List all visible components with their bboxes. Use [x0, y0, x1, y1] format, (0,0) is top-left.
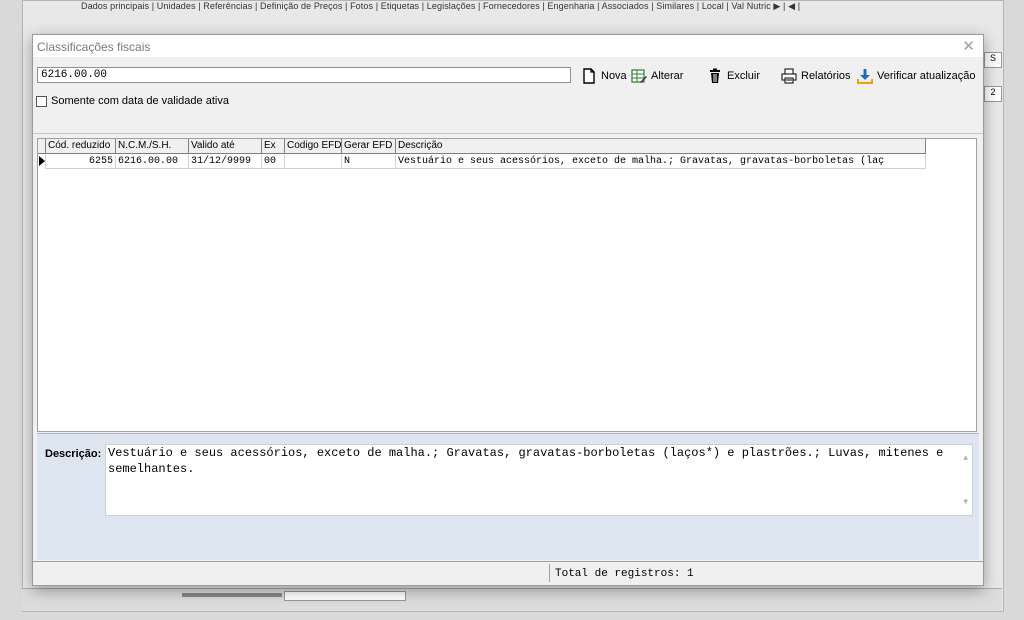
- divider: [33, 133, 983, 134]
- cell-descricao[interactable]: Vestuário e seus acessórios, exceto de m…: [396, 155, 926, 169]
- cell-codigo-efd[interactable]: [285, 155, 342, 169]
- table-row[interactable]: 6255 6216.00.00 31/12/9999 00 N Vestuári…: [38, 155, 926, 169]
- trash-icon: [710, 68, 720, 83]
- dialog-title: Classificações fiscais: [37, 40, 151, 54]
- background-field-s: S: [984, 52, 1002, 68]
- background-bar: [182, 593, 282, 597]
- cell-ncm[interactable]: 6216.00.00: [116, 155, 189, 169]
- total-records-text: Total de registros: 1: [555, 568, 694, 580]
- active-validity-label: Somente com data de validade ativa: [51, 95, 229, 107]
- column-header-gerar-efd[interactable]: Gerar EFD: [342, 139, 396, 153]
- background-bottom-strip: [22, 588, 1002, 611]
- delete-button[interactable]: Excluir: [707, 67, 760, 85]
- title-bar: Classificações fiscais ✕: [33, 35, 983, 57]
- background-field: [284, 591, 406, 601]
- grid-header: Cód. reduzido N.C.M./S.H. Valido até Ex …: [38, 139, 926, 154]
- active-validity-filter[interactable]: Somente com data de validade ativa: [36, 95, 229, 107]
- row-indicator-cell: [38, 155, 46, 169]
- new-button-label: Nova: [601, 70, 627, 82]
- column-header-cod-reduzido[interactable]: Cód. reduzido: [46, 139, 116, 153]
- cell-ex[interactable]: 00: [262, 155, 285, 169]
- delete-button-label: Excluir: [727, 70, 761, 82]
- download-icon: [857, 69, 873, 84]
- edit-sheet-icon: [631, 69, 647, 83]
- background-tab-strip: Dados principais | Unidades | Referência…: [81, 1, 801, 11]
- fiscal-classifications-dialog: Classificações fiscais ✕ 6216.00.00 Nova…: [32, 34, 984, 586]
- column-header-descricao[interactable]: Descrição: [396, 139, 926, 153]
- column-header-codigo-efd[interactable]: Codigo EFD: [285, 139, 342, 153]
- new-button[interactable]: Nova: [581, 67, 627, 85]
- scroll-down-icon[interactable]: ▼: [963, 495, 968, 511]
- description-textarea[interactable]: Vestuário e seus acessórios, exceto de m…: [105, 444, 973, 516]
- printer-icon: [781, 68, 797, 84]
- close-icon[interactable]: ✕: [962, 37, 975, 55]
- check-updates-label: Verificar atualização: [877, 70, 976, 82]
- reports-button[interactable]: Relatórios: [781, 67, 851, 85]
- edit-button-label: Alterar: [651, 70, 684, 82]
- reports-button-label: Relatórios: [801, 70, 851, 82]
- check-updates-button[interactable]: Verificar atualização: [857, 67, 975, 85]
- grid-header-indicator: [38, 139, 46, 153]
- description-panel: Descrição: Vestuário e seus acessórios, …: [37, 433, 979, 560]
- scroll-up-icon[interactable]: ▲: [963, 451, 968, 467]
- description-label: Descrição:: [45, 448, 102, 460]
- column-header-ex[interactable]: Ex: [262, 139, 285, 153]
- column-header-valido-ate[interactable]: Valido até: [189, 139, 262, 153]
- status-divider: [549, 564, 550, 582]
- ncm-search-input[interactable]: 6216.00.00: [37, 67, 571, 83]
- active-validity-checkbox[interactable]: [36, 95, 47, 107]
- fiscal-classification-grid[interactable]: Cód. reduzido N.C.M./S.H. Valido até Ex …: [37, 138, 977, 432]
- edit-button[interactable]: Alterar: [631, 67, 683, 85]
- new-document-icon: [583, 68, 595, 84]
- description-text: Vestuário e seus acessórios, exceto de m…: [108, 446, 944, 476]
- background-field-2: 2: [984, 86, 1002, 102]
- cell-gerar-efd[interactable]: N: [342, 155, 396, 169]
- cell-cod-reduzido[interactable]: 6255: [46, 155, 116, 169]
- cell-valido-ate[interactable]: 31/12/9999: [189, 155, 262, 169]
- status-bar: Total de registros: 1: [33, 561, 983, 584]
- column-header-ncm[interactable]: N.C.M./S.H.: [116, 139, 189, 153]
